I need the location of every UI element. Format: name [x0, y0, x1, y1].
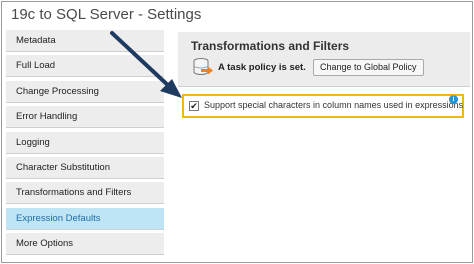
- support-special-characters-label: Support special characters in column nam…: [204, 100, 464, 110]
- title-bar: 19c to SQL Server - Settings: [2, 2, 472, 28]
- sidebar-item-logging[interactable]: Logging: [6, 131, 164, 154]
- window-title: 19c to SQL Server - Settings: [11, 6, 202, 23]
- sidebar-item-character-substitution[interactable]: Character Substitution: [6, 156, 164, 179]
- sidebar-item-more-options[interactable]: More Options: [6, 233, 164, 256]
- sidebar-item-metadata[interactable]: Metadata: [6, 30, 164, 52]
- sidebar-item-full-load[interactable]: Full Load: [6, 55, 164, 78]
- sidebar-item-expression-defaults[interactable]: Expression Defaults: [6, 207, 164, 230]
- sidebar-item-change-processing[interactable]: Change Processing: [6, 80, 164, 103]
- page-title: Transformations and Filters: [191, 39, 350, 53]
- settings-sidebar: Metadata Full Load Change Processing Err…: [6, 30, 164, 259]
- info-icon[interactable]: i: [449, 95, 458, 104]
- change-to-global-policy-button[interactable]: Change to Global Policy: [313, 59, 424, 76]
- policy-database-icon: [193, 58, 213, 75]
- support-special-characters-checkbox[interactable]: ✔: [189, 101, 199, 111]
- settings-window: 19c to SQL Server - Settings Metadata Fu…: [1, 1, 473, 263]
- policy-status-text: A task policy is set.: [218, 62, 306, 73]
- sidebar-item-transformations-and-filters[interactable]: Transformations and Filters: [6, 182, 164, 205]
- sidebar-item-error-handling[interactable]: Error Handling: [6, 106, 164, 129]
